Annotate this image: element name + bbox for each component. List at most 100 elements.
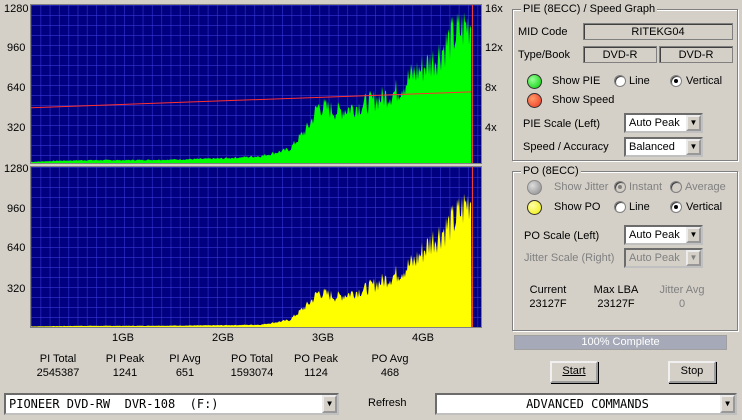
jitter-scale-value: Auto Peak: [629, 252, 680, 264]
stat-pi-avg: PI Avg 651: [155, 352, 215, 380]
po-tick-640: 640: [7, 242, 26, 254]
drive-value: PIONEER DVD-RW DVR-108 (F:): [9, 397, 219, 411]
max-lba-value: 23127F: [597, 298, 635, 310]
show-pie-label[interactable]: Show PIE: [552, 75, 600, 87]
stat-value: 651: [175, 367, 195, 379]
pie-tick-960: 960: [7, 42, 26, 54]
start-button[interactable]: Start: [550, 361, 598, 383]
stat-label: PI Peak: [105, 353, 145, 365]
disc-type-value: DVD-R: [583, 46, 657, 63]
x-tick-3gb: 3GB: [312, 332, 335, 344]
pie-graph: [30, 4, 482, 164]
book-type-value: DVD-R: [659, 46, 733, 63]
po-area: [31, 193, 472, 327]
speed-tick-12x: 12x: [485, 42, 503, 54]
stat-po-peak: PO Peak 1124: [286, 352, 346, 380]
speed-accuracy-select[interactable]: Balanced ▼: [624, 137, 703, 157]
po-scale-label: PO Scale (Left): [524, 230, 600, 242]
stat-label: PO Total: [231, 353, 273, 365]
mid-code-label: MID Code: [518, 26, 568, 38]
type-book-label: Type/Book: [518, 49, 570, 61]
jitter-instant-radio: [614, 181, 626, 193]
speed-accuracy-label: Speed / Accuracy: [523, 141, 609, 153]
po-vertical-label[interactable]: Vertical: [686, 201, 722, 213]
po-line-label[interactable]: Line: [629, 201, 650, 213]
pie-tick-640: 640: [7, 82, 26, 94]
pie-vertical-label[interactable]: Vertical: [686, 75, 722, 87]
show-po-label[interactable]: Show PO: [554, 201, 600, 213]
stat-value: 2545387: [36, 367, 80, 379]
commands-value: ADVANCED COMMANDS: [526, 397, 649, 411]
chevron-down-icon[interactable]: ▼: [686, 139, 701, 155]
drive-select[interactable]: PIONEER DVD-RW DVR-108 (F:) ▼: [4, 393, 339, 415]
chevron-down-icon[interactable]: ▼: [686, 115, 701, 131]
pie-vertical-radio[interactable]: [670, 75, 682, 87]
po-chart-svg: [31, 167, 473, 327]
po-panel-title: PO (8ECC): [521, 165, 581, 177]
chevron-down-icon[interactable]: ▼: [322, 395, 337, 413]
stat-value: 1124: [304, 367, 328, 379]
jitter-average-label: Average: [685, 181, 726, 193]
jitter-scale-select: Auto Peak ▼: [624, 248, 703, 268]
progress-text: 100% Complete: [581, 336, 660, 348]
chevron-down-icon[interactable]: ▼: [686, 227, 701, 243]
po-scale-value: Auto Peak: [629, 229, 680, 241]
refresh-link[interactable]: Refresh: [368, 397, 407, 409]
jitter-color-swatch: [527, 180, 542, 195]
commands-select[interactable]: ADVANCED COMMANDS ▼: [435, 393, 737, 415]
speed-tick-4x: 4x: [485, 122, 497, 134]
speed-accuracy-value: Balanced: [629, 141, 675, 153]
pie-line-radio[interactable]: [614, 75, 626, 87]
po-tick-1280: 1280: [4, 163, 29, 175]
stat-po-avg: PO Avg 468: [360, 352, 420, 380]
stop-button-label: Stop: [680, 365, 704, 377]
stat-label: PO Peak: [293, 353, 339, 365]
po-vertical-radio[interactable]: [670, 201, 682, 213]
jitter-avg-label: Jitter Avg: [659, 284, 705, 296]
show-jitter-label: Show Jitter: [554, 181, 609, 193]
stat-value: 1241: [112, 367, 138, 379]
stat-po-total: PO Total 1593074: [222, 352, 282, 380]
pie-area: [31, 12, 472, 163]
pie-tick-1280: 1280: [4, 3, 29, 15]
chevron-down-icon[interactable]: ▼: [720, 395, 735, 413]
show-speed-label[interactable]: Show Speed: [552, 94, 614, 106]
start-button-label: Start: [562, 365, 586, 377]
speed-color-swatch[interactable]: [527, 93, 542, 108]
po-scale-select[interactable]: Auto Peak ▼: [624, 225, 703, 245]
po-tick-320: 320: [7, 283, 26, 295]
stat-value: 468: [380, 367, 400, 379]
po-line-radio[interactable]: [614, 201, 626, 213]
jitter-avg: Jitter Avg 0: [652, 283, 712, 311]
jitter-scale-label: Jitter Scale (Right): [524, 252, 615, 264]
pie-scale-label: PIE Scale (Left): [523, 118, 601, 130]
mid-code-value: RITEKG04: [583, 23, 733, 40]
po-tick-960: 960: [7, 203, 26, 215]
stat-label: PI Total: [39, 353, 77, 365]
pie-line-label[interactable]: Line: [629, 75, 650, 87]
current-value: 23127F: [529, 298, 567, 310]
pie-panel-title: PIE (8ECC) / Speed Graph: [521, 3, 658, 15]
pie-scale-select[interactable]: Auto Peak ▼: [624, 113, 703, 133]
po-color-swatch[interactable]: [527, 200, 542, 215]
pie-tick-320: 320: [7, 122, 26, 134]
pie-color-swatch[interactable]: [527, 74, 542, 89]
pie-scale-value: Auto Peak: [629, 117, 680, 129]
x-tick-1gb: 1GB: [112, 332, 135, 344]
current-lba: Current 23127F: [518, 283, 578, 311]
jitter-avg-value: 0: [678, 298, 686, 310]
chevron-down-icon: ▼: [686, 250, 701, 266]
stat-value: 1593074: [230, 367, 274, 379]
po-graph: [30, 166, 482, 328]
progress-bar: 100% Complete: [514, 335, 727, 350]
speed-tick-8x: 8x: [485, 82, 497, 94]
current-label: Current: [529, 284, 567, 296]
speed-tick-16x: 16x: [485, 3, 503, 15]
jitter-instant-label: Instant: [629, 181, 663, 193]
stat-pi-total: PI Total 2545387: [28, 352, 88, 380]
stat-label: PO Avg: [371, 353, 409, 365]
stat-label: PI Avg: [169, 353, 201, 365]
pie-chart-svg: [31, 5, 473, 163]
x-tick-2gb: 2GB: [212, 332, 235, 344]
stop-button[interactable]: Stop: [668, 361, 716, 383]
